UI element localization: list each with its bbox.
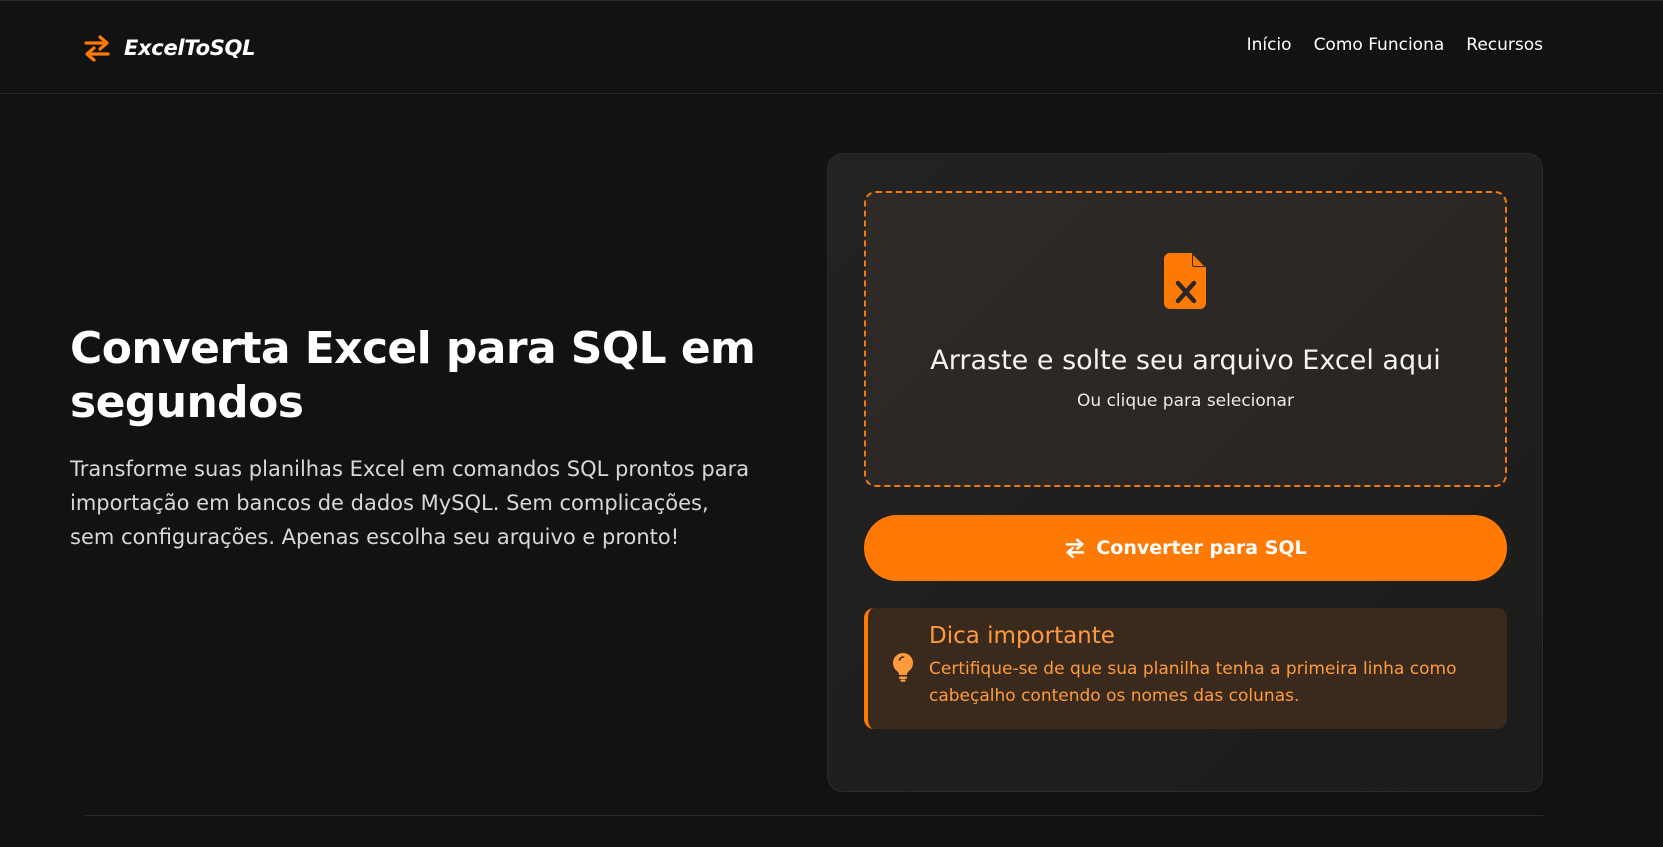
arrows-exchange-icon <box>1066 538 1085 559</box>
hero-section: Converta Excel para SQL em segundos Tran… <box>70 322 770 554</box>
hero-description: Transforme suas planilhas Excel em coman… <box>70 457 750 549</box>
logo[interactable]: ExcelToSQL <box>82 31 255 65</box>
lightbulb-icon <box>893 653 913 682</box>
convert-to-sql-button[interactable]: Converter para SQL <box>864 515 1507 581</box>
convert-button-label: Converter para SQL <box>1096 537 1307 559</box>
nav-item-como-funciona[interactable]: Como Funciona <box>1314 35 1445 55</box>
tip-box: Dica importante Certifique-se de que sua… <box>864 608 1507 729</box>
dropzone-title: Arraste e solte seu arquivo Excel aqui <box>930 345 1441 376</box>
hero-title: Converta Excel para SQL em segundos <box>70 323 756 428</box>
site-header: ExcelToSQL Início Como Funciona Recursos <box>0 1 1663 94</box>
tip-text: Certifique-se de que sua planilha tenha … <box>929 659 1457 706</box>
excel-file-icon <box>1164 253 1206 309</box>
tip-title: Dica importante <box>929 623 1115 649</box>
arrows-exchange-icon <box>84 35 110 62</box>
nav-item-inicio[interactable]: Início <box>1247 35 1292 55</box>
dropzone-subtitle: Ou clique para selecionar <box>1077 391 1294 411</box>
file-dropzone[interactable]: Arraste e solte seu arquivo Excel aqui O… <box>864 191 1507 487</box>
brand-name: ExcelToSQL <box>124 36 256 60</box>
section-divider <box>84 815 1543 816</box>
converter-card: Arraste e solte seu arquivo Excel aqui O… <box>827 153 1543 792</box>
nav-item-recursos[interactable]: Recursos <box>1466 35 1543 55</box>
main-nav: Início Como Funciona Recursos <box>1247 35 1543 55</box>
